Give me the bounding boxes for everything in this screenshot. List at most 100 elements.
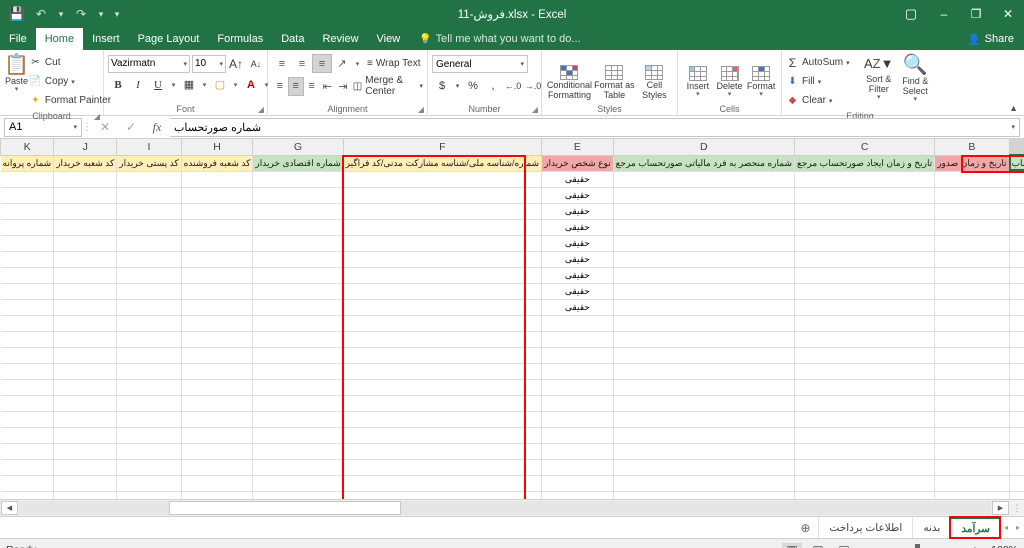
cell-E7[interactable]: حقیقی [541, 251, 614, 268]
cell-C12[interactable] [794, 331, 936, 348]
cell-G3[interactable] [252, 187, 344, 204]
cell-D14[interactable] [613, 363, 796, 380]
scroll-right-icon[interactable]: ▶ [992, 501, 1009, 515]
cell-C11[interactable] [794, 315, 936, 332]
cell-A22[interactable] [1009, 491, 1024, 499]
sheet-nav-prev-icon[interactable]: ◂ [1004, 523, 1008, 532]
cell-J14[interactable] [53, 363, 118, 380]
restore-button[interactable]: ❐ [960, 0, 992, 28]
bold-button[interactable]: B [108, 75, 128, 94]
cell-J19[interactable] [53, 443, 118, 460]
font-name-dropdown-icon[interactable]: ▾ [183, 60, 187, 68]
tab-view[interactable]: View [368, 28, 410, 50]
worksheet-row[interactable]: 15 [0, 379, 1024, 396]
header-cell-c[interactable]: تاریخ و زمان ایجاد صورتحساب مرجع [794, 155, 936, 172]
cell-A18[interactable] [1009, 427, 1024, 444]
merge-center-button[interactable]: ◫ Merge & Center ▾ [353, 75, 423, 97]
column-header-b[interactable]: B [934, 139, 1010, 156]
cell-B14[interactable] [934, 363, 1010, 380]
header-cell-f[interactable]: شماره/شناسه ملی/شناسه مشارکت مدنی/کد فرا… [343, 155, 543, 172]
cell-B12[interactable] [934, 331, 1010, 348]
cell-I9[interactable] [116, 283, 182, 300]
cell-E16[interactable] [541, 395, 614, 412]
worksheet-row[interactable]: 14 [0, 363, 1024, 380]
cell-A4[interactable] [1009, 203, 1024, 220]
cell-I12[interactable] [116, 331, 182, 348]
cell-K6[interactable] [0, 235, 55, 252]
cell-E5[interactable]: حقیقی [541, 219, 614, 236]
cell-I17[interactable] [116, 411, 182, 428]
cell-K7[interactable] [0, 251, 55, 268]
cell-A2[interactable] [1009, 171, 1024, 188]
cell-E2[interactable]: حقیقی [541, 171, 614, 188]
cell-I5[interactable] [116, 219, 182, 236]
column-header-h[interactable]: H [180, 139, 254, 156]
cell-B11[interactable] [934, 315, 1010, 332]
formula-input[interactable]: شماره صورتحساب ▾ [170, 117, 1020, 137]
cell-J12[interactable] [53, 331, 118, 348]
cell-H9[interactable] [181, 283, 254, 300]
save-icon[interactable]: 💾 [6, 4, 28, 24]
worksheet-row[interactable]: حقیقی3 [0, 187, 1024, 204]
cell-F14[interactable] [343, 363, 543, 380]
cell-C8[interactable] [794, 267, 936, 284]
page-break-preview-icon[interactable]: ▤ [834, 543, 854, 548]
cell-D16[interactable] [613, 395, 796, 412]
column-header-f[interactable]: F [342, 139, 543, 156]
worksheet-row[interactable]: 20 [0, 459, 1024, 476]
cell-H14[interactable] [181, 363, 254, 380]
cell-I21[interactable] [116, 475, 182, 492]
cell-K22[interactable] [0, 491, 55, 499]
cell-D21[interactable] [613, 475, 796, 492]
cell-G16[interactable] [252, 395, 344, 412]
cell-J2[interactable] [53, 171, 118, 188]
minimize-button[interactable]: – [928, 0, 960, 28]
cell-H4[interactable] [181, 203, 254, 220]
decrease-font-size-button[interactable]: A↓ [246, 54, 266, 73]
number-dialog-launcher[interactable]: ◢ [532, 103, 538, 116]
cell-D22[interactable] [613, 491, 796, 499]
cell-I22[interactable] [116, 491, 182, 499]
cell-E17[interactable] [541, 411, 614, 428]
cell-G9[interactable] [252, 283, 344, 300]
clear-button[interactable]: ◆ Clear ▾ [786, 91, 861, 110]
cell-I6[interactable] [116, 235, 182, 252]
tab-home[interactable]: Home [35, 28, 84, 50]
cell-A17[interactable] [1009, 411, 1024, 428]
sheet-nav-next-icon[interactable]: ▸ [1016, 523, 1020, 532]
cell-G17[interactable] [252, 411, 344, 428]
cell-F21[interactable] [343, 475, 543, 492]
column-header-d[interactable]: D [612, 139, 796, 156]
align-left-icon[interactable]: ≡ [272, 77, 288, 96]
column-header-e[interactable]: E [541, 139, 614, 156]
cell-F4[interactable] [343, 203, 543, 220]
font-dialog-launcher[interactable]: ◢ [258, 103, 264, 116]
sheet-nav-buttons[interactable]: ◂ ▸ [1000, 517, 1024, 538]
cell-H13[interactable] [181, 347, 254, 364]
zoom-out-icon[interactable]: – [860, 544, 866, 548]
cell-K11[interactable] [0, 315, 55, 332]
merge-dropdown-icon[interactable]: ▾ [419, 82, 423, 90]
underline-dropdown-icon[interactable]: ▾ [168, 75, 179, 94]
decrease-decimal-icon[interactable]: →.0 [523, 76, 543, 95]
cell-K12[interactable] [0, 331, 55, 348]
cell-I13[interactable] [116, 347, 182, 364]
format-painter-button[interactable]: ✦ Format Painter [29, 91, 111, 110]
clipboard-dialog-launcher[interactable]: ◢ [94, 110, 100, 123]
cell-G7[interactable] [252, 251, 344, 268]
cell-B22[interactable] [934, 491, 1010, 499]
paste-dropdown-icon[interactable]: ▾ [15, 86, 19, 93]
header-cell-i[interactable]: کد پستی خریدار [116, 155, 182, 172]
cell-B20[interactable] [934, 459, 1010, 476]
cell-D12[interactable] [613, 331, 796, 348]
sheet-tab-badane[interactable]: بدنه [912, 517, 950, 538]
cell-G19[interactable] [252, 443, 344, 460]
zoom-in-icon[interactable]: + [972, 544, 978, 548]
header-cell-j[interactable]: کد شعبه خریدار [53, 155, 118, 172]
orientation-dropdown-icon[interactable]: ▾ [352, 54, 363, 73]
sort-filter-button[interactable]: AZ▼ Sort & Filter ▾ [861, 53, 897, 101]
cell-B4[interactable] [934, 203, 1010, 220]
cell-K3[interactable] [0, 187, 55, 204]
cell-I19[interactable] [116, 443, 182, 460]
format-as-table-button[interactable]: Format as Table [593, 52, 636, 100]
